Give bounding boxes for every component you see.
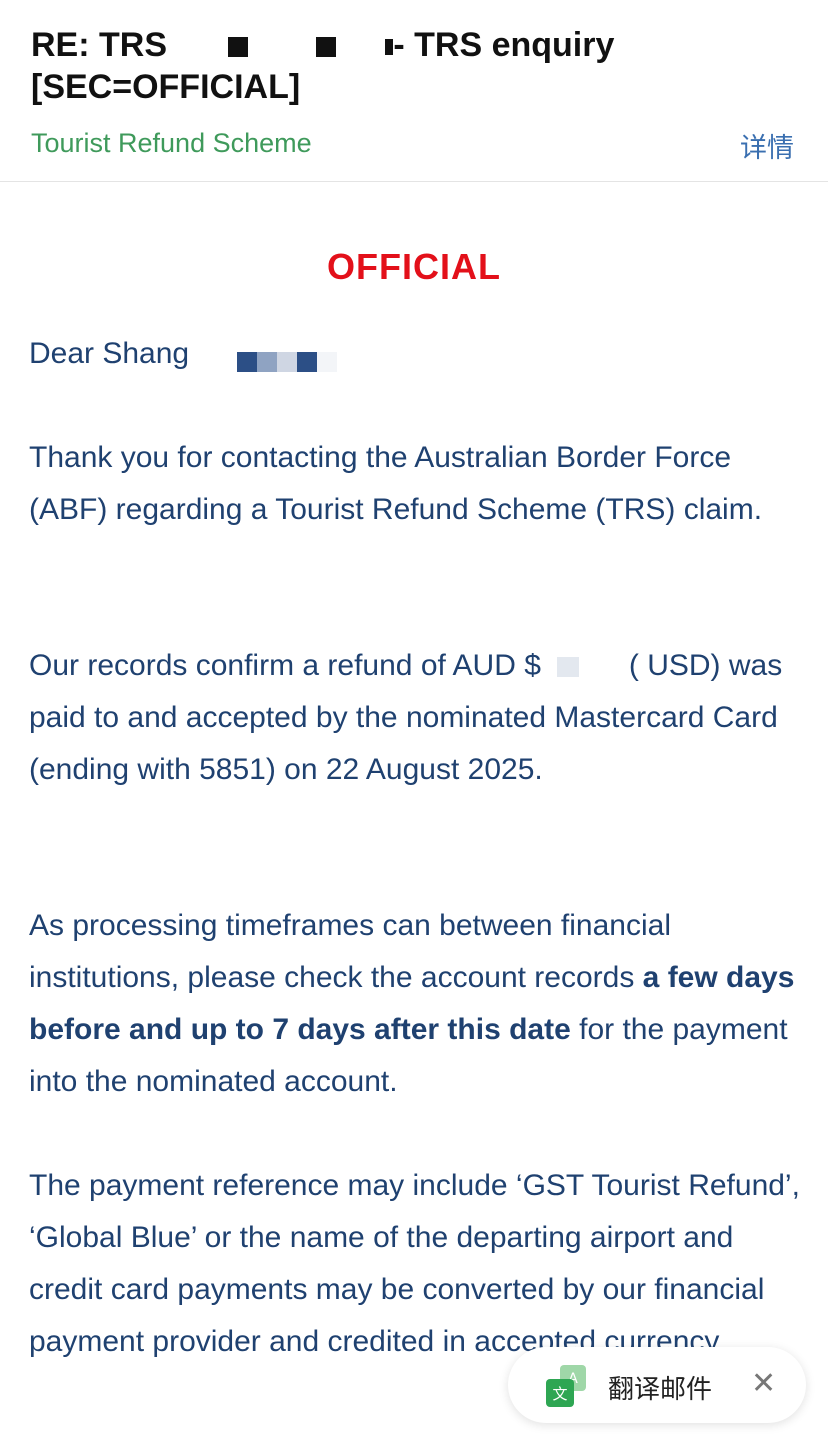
redaction-mark [228,37,249,58]
translate-email-button[interactable]: A 文 翻译邮件 ✕ [508,1347,806,1423]
paragraph-intro-text: Thank you for contacting the Australian … [29,441,763,526]
svg-text:文: 文 [552,1385,567,1403]
greeting: Dear Shang [29,328,804,380]
redacted-name [237,352,338,373]
greeting-text: Dear Shang [29,337,190,370]
timeframe-text-a: As processing timeframes can between fin… [29,909,671,994]
paragraph-intro: Thank you for contacting the Australian … [29,432,804,536]
subject-suffix: - TRS enquiry [393,26,615,64]
email-subject: RE: TRS - TRS enquiry [SEC=OFFICIAL] [31,24,731,108]
details-link[interactable]: 详情 [740,126,794,165]
sender-name[interactable]: Tourist Refund Scheme [31,128,312,159]
email-body: Dear Shang [29,328,804,380]
paragraph-reference-text: The payment reference may include ‘GST T… [29,1169,800,1358]
paragraph-timeframe-text: As processing timeframes can between fin… [29,900,804,1108]
subject-classification: [SEC=OFFICIAL] [31,68,301,106]
refund-text-b: ( [628,649,639,682]
paragraph-refund-text: Our records confirm a refund of AUD $( U… [29,640,804,796]
subject-prefix: RE: TRS [31,26,167,64]
paragraph-reference: The payment reference may include ‘GST T… [29,1160,804,1368]
translate-icon: A 文 [546,1365,586,1407]
redaction-mark [315,37,336,58]
translate-label: 翻译邮件 [608,1374,713,1404]
paragraph-timeframe: As processing timeframes can between fin… [29,900,804,1108]
official-banner: OFFICIAL [327,246,501,287]
email-header: RE: TRS - TRS enquiry [SEC=OFFICIAL] Tou… [0,0,828,182]
paragraph-refund: Our records confirm a refund of AUD $( U… [29,640,804,796]
close-icon[interactable]: ✕ [751,1367,776,1401]
refund-text-a: Our records confirm a refund of AUD $ [29,649,541,682]
redacted-amount [556,657,579,678]
